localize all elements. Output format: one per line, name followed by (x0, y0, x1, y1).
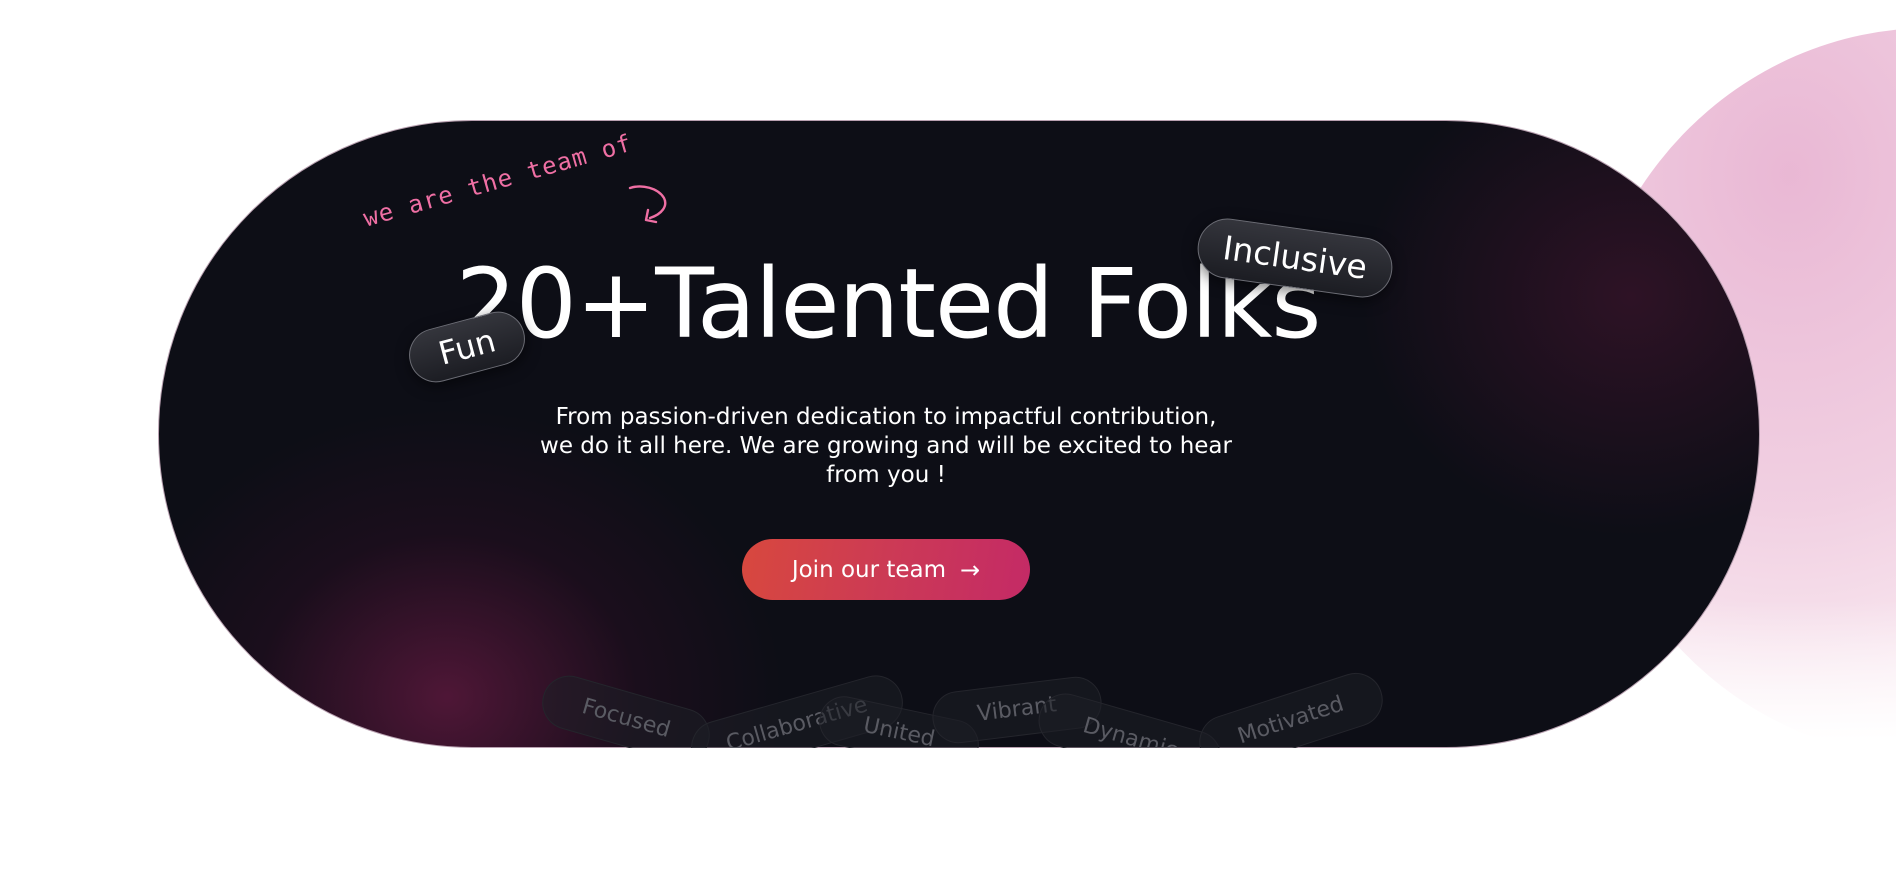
join-team-button[interactable]: Join our team → (742, 539, 1030, 600)
arrow-right-icon: → (960, 555, 981, 584)
hero-description: From passion-driven dedication to impact… (540, 404, 1232, 488)
join-team-button-label: Join our team (791, 556, 947, 583)
page-title: 20+Talented Folks (455, 248, 1322, 360)
page: Focused Collaborative United Vibrant Dyn… (0, 0, 1896, 869)
curly-arrow-icon (628, 185, 667, 224)
